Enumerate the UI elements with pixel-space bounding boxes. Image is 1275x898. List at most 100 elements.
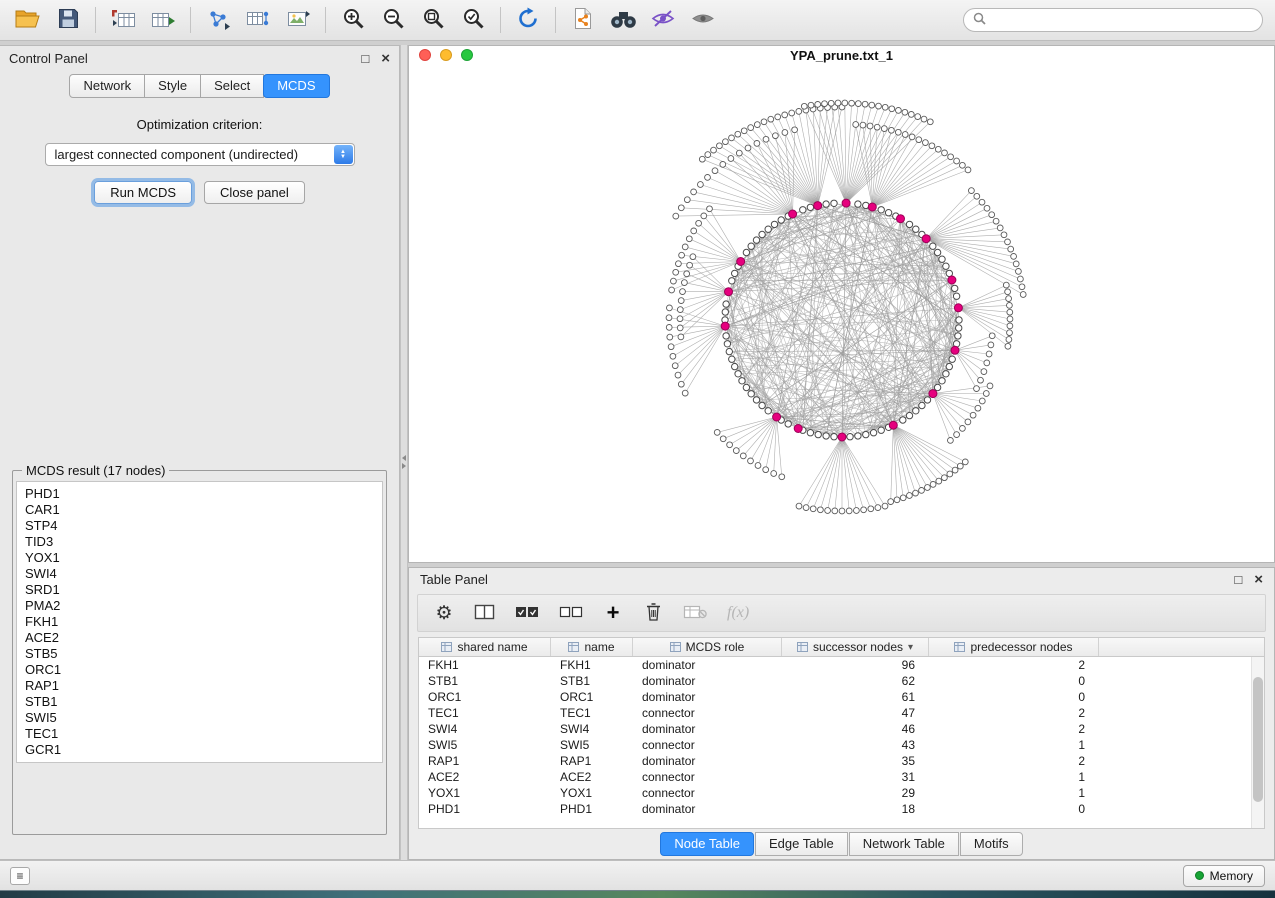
mcds-result-item[interactable]: PMA2: [25, 598, 374, 614]
import-network-image-button[interactable]: [278, 3, 318, 37]
table-row[interactable]: YOX1YOX1connector291: [419, 785, 1264, 801]
mcds-result-item[interactable]: GCR1: [25, 742, 374, 758]
quick-search-box[interactable]: [963, 8, 1263, 32]
open-session-button[interactable]: [8, 3, 48, 37]
column-header-mcds-role[interactable]: MCDS role: [633, 638, 782, 656]
show-columns-button[interactable]: [474, 601, 495, 625]
mcds-result-item[interactable]: CAR1: [25, 502, 374, 518]
document-share-icon: [573, 7, 593, 33]
memory-button[interactable]: Memory: [1183, 865, 1265, 887]
export-table-button[interactable]: [143, 3, 183, 37]
column-header-shared-name[interactable]: shared name: [419, 638, 551, 656]
tab-network-table[interactable]: Network Table: [849, 832, 959, 856]
network-canvas[interactable]: [409, 65, 1273, 562]
criterion-dropdown[interactable]: largest connected component (undirected)…: [45, 143, 355, 166]
zoom-selected-button[interactable]: [453, 3, 493, 37]
column-filter-caret-icon[interactable]: ▾: [908, 642, 913, 653]
table-row[interactable]: PHD1PHD1dominator180: [419, 801, 1264, 817]
mcds-result-item[interactable]: RAP1: [25, 678, 374, 694]
column-header-successor-nodes[interactable]: successor nodes ▾: [782, 638, 929, 656]
mcds-result-item[interactable]: SRD1: [25, 582, 374, 598]
mcds-result-item[interactable]: ACE2: [25, 630, 374, 646]
import-network-file-button[interactable]: [198, 3, 238, 37]
network-canvas-wrap: [409, 65, 1274, 562]
mcds-result-item[interactable]: SWI5: [25, 710, 374, 726]
search-input[interactable]: [992, 13, 1253, 27]
table-cell: 2: [929, 706, 1099, 720]
table-cell: 18: [782, 802, 929, 816]
table-row[interactable]: ACE2ACE2connector311: [419, 769, 1264, 785]
mcds-result-item[interactable]: YOX1: [25, 550, 374, 566]
column-sort-icon[interactable]: [954, 642, 965, 652]
mcds-result-item[interactable]: STB5: [25, 646, 374, 662]
table-row[interactable]: ORC1ORC1dominator610: [419, 689, 1264, 705]
float-table-panel-icon[interactable]: □: [1234, 573, 1242, 586]
close-table-panel-icon[interactable]: ×: [1254, 572, 1263, 587]
column-sort-icon[interactable]: [670, 642, 681, 652]
scrollbar-thumb[interactable]: [1253, 677, 1263, 802]
column-label: successor nodes: [813, 640, 903, 654]
tab-style[interactable]: Style: [144, 74, 201, 98]
dropdown-stepper-icon[interactable]: ▲ ▼: [334, 145, 353, 164]
share-document-button[interactable]: [563, 3, 603, 37]
mcds-result-item[interactable]: PHD1: [25, 486, 374, 502]
table-cell: ACE2: [551, 770, 633, 784]
mcds-buttons-row: Run MCDS Close panel: [0, 181, 399, 204]
table-row[interactable]: STB1STB1dominator620: [419, 673, 1264, 689]
table-vertical-scrollbar[interactable]: [1251, 657, 1264, 828]
minimize-window-icon[interactable]: [440, 49, 452, 61]
table-row[interactable]: SWI5SWI5connector431: [419, 737, 1264, 753]
select-all-columns-button[interactable]: [515, 601, 539, 625]
mcds-result-item[interactable]: SWI4: [25, 566, 374, 582]
column-header-name[interactable]: name: [551, 638, 633, 656]
table-row[interactable]: SWI4SWI4dominator462: [419, 721, 1264, 737]
save-session-button[interactable]: [48, 3, 88, 37]
show-hidden-button[interactable]: [683, 3, 723, 37]
mcds-result-item[interactable]: FKH1: [25, 614, 374, 630]
import-table-file-button[interactable]: [103, 3, 143, 37]
create-column-button[interactable]: +: [603, 601, 623, 625]
tab-motifs[interactable]: Motifs: [960, 832, 1023, 856]
mcds-result-item[interactable]: ORC1: [25, 662, 374, 678]
table-cell: ORC1: [419, 690, 551, 704]
mcds-result-list[interactable]: PHD1CAR1STP4TID3YOX1SWI4SRD1PMA2FKH1ACE2…: [16, 481, 383, 763]
run-mcds-button[interactable]: Run MCDS: [94, 181, 192, 204]
column-header-predecessor-nodes[interactable]: predecessor nodes: [929, 638, 1099, 656]
column-sort-icon[interactable]: [797, 642, 808, 652]
zoom-fit-button[interactable]: [413, 3, 453, 37]
table-row[interactable]: FKH1FKH1dominator962: [419, 657, 1264, 673]
close-panel-icon[interactable]: ×: [381, 51, 390, 66]
tab-mcds[interactable]: MCDS: [263, 74, 329, 98]
mcds-result-item[interactable]: STP4: [25, 518, 374, 534]
zoom-in-button[interactable]: [333, 3, 373, 37]
panel-splitter[interactable]: [400, 45, 408, 860]
find-network-button[interactable]: [603, 3, 643, 37]
tab-edge-table[interactable]: Edge Table: [755, 832, 848, 856]
hide-selected-button[interactable]: [643, 3, 683, 37]
tab-node-table[interactable]: Node Table: [660, 832, 754, 856]
column-sort-icon[interactable]: [568, 642, 579, 652]
network-titlebar[interactable]: YPA_prune.txt_1: [409, 46, 1274, 65]
delete-columns-button[interactable]: [643, 601, 663, 625]
close-panel-button[interactable]: Close panel: [204, 181, 305, 204]
tab-network[interactable]: Network: [69, 74, 145, 98]
refresh-view-button[interactable]: [508, 3, 548, 37]
unselect-all-columns-button[interactable]: [559, 601, 583, 625]
table-cell: FKH1: [551, 658, 633, 672]
close-window-icon[interactable]: [419, 49, 431, 61]
column-sort-icon[interactable]: [441, 642, 452, 652]
mcds-result-item[interactable]: STB1: [25, 694, 374, 710]
splitter-handle-icon[interactable]: [402, 455, 406, 469]
float-panel-icon[interactable]: □: [361, 52, 369, 65]
mcds-result-item[interactable]: TID3: [25, 534, 374, 550]
zoom-out-button[interactable]: [373, 3, 413, 37]
table-row[interactable]: RAP1RAP1dominator352: [419, 753, 1264, 769]
mcds-result-item[interactable]: TEC1: [25, 726, 374, 742]
import-network-table-button[interactable]: [238, 3, 278, 37]
table-row[interactable]: TEC1TEC1connector472: [419, 705, 1264, 721]
tab-select[interactable]: Select: [200, 74, 264, 98]
maximize-window-icon[interactable]: [461, 49, 473, 61]
table-settings-button[interactable]: ⚙: [434, 601, 454, 625]
delete-table-button: [683, 601, 707, 625]
panel-list-button[interactable]: ≡: [10, 867, 30, 885]
